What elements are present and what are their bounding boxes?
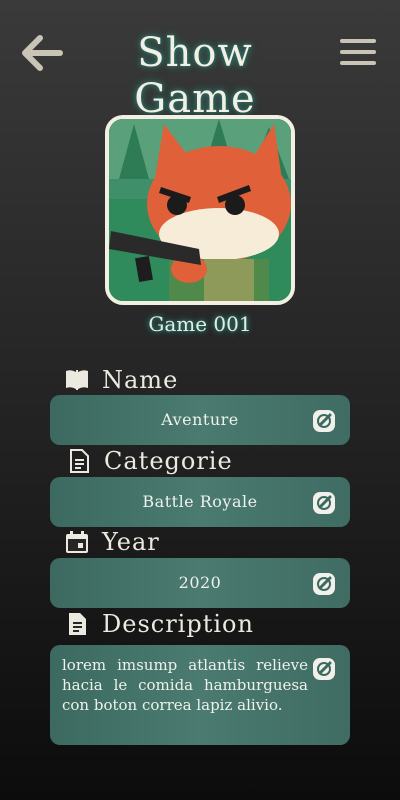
calendar-icon	[64, 529, 90, 555]
game-cover-image	[105, 115, 295, 305]
name-value: Aventure	[161, 410, 239, 429]
document-icon	[66, 448, 92, 474]
page-title: Show Game	[134, 30, 256, 122]
year-label: Year	[102, 528, 160, 556]
name-label-row: Name	[64, 365, 178, 395]
hamburger-menu-icon[interactable]	[338, 36, 378, 68]
category-label-row: Categorie	[66, 446, 233, 476]
name-field[interactable]: Aventure	[50, 395, 350, 445]
category-label: Categorie	[104, 447, 233, 475]
header: Show Game	[0, 0, 400, 122]
description-field[interactable]: lorem imsump atlantis relieve hacia le c…	[50, 645, 350, 745]
book-open-icon	[64, 367, 90, 393]
category-field[interactable]: Battle Royale	[50, 477, 350, 527]
back-arrow-icon[interactable]	[20, 34, 64, 72]
description-label-row: Description	[64, 609, 254, 639]
edit-year-icon[interactable]	[312, 572, 336, 596]
edit-category-icon[interactable]	[312, 491, 336, 515]
description-value: lorem imsump atlantis relieve hacia le c…	[62, 656, 308, 714]
category-value: Battle Royale	[142, 492, 258, 511]
year-label-row: Year	[64, 527, 160, 557]
document-icon	[64, 611, 90, 637]
edit-description-icon[interactable]	[312, 657, 336, 681]
year-value: 2020	[178, 573, 222, 592]
year-field[interactable]: 2020	[50, 558, 350, 608]
name-label: Name	[102, 366, 179, 394]
edit-name-icon[interactable]	[312, 409, 336, 433]
game-id-label: Game 001	[148, 312, 252, 336]
description-label: Description	[102, 610, 254, 638]
